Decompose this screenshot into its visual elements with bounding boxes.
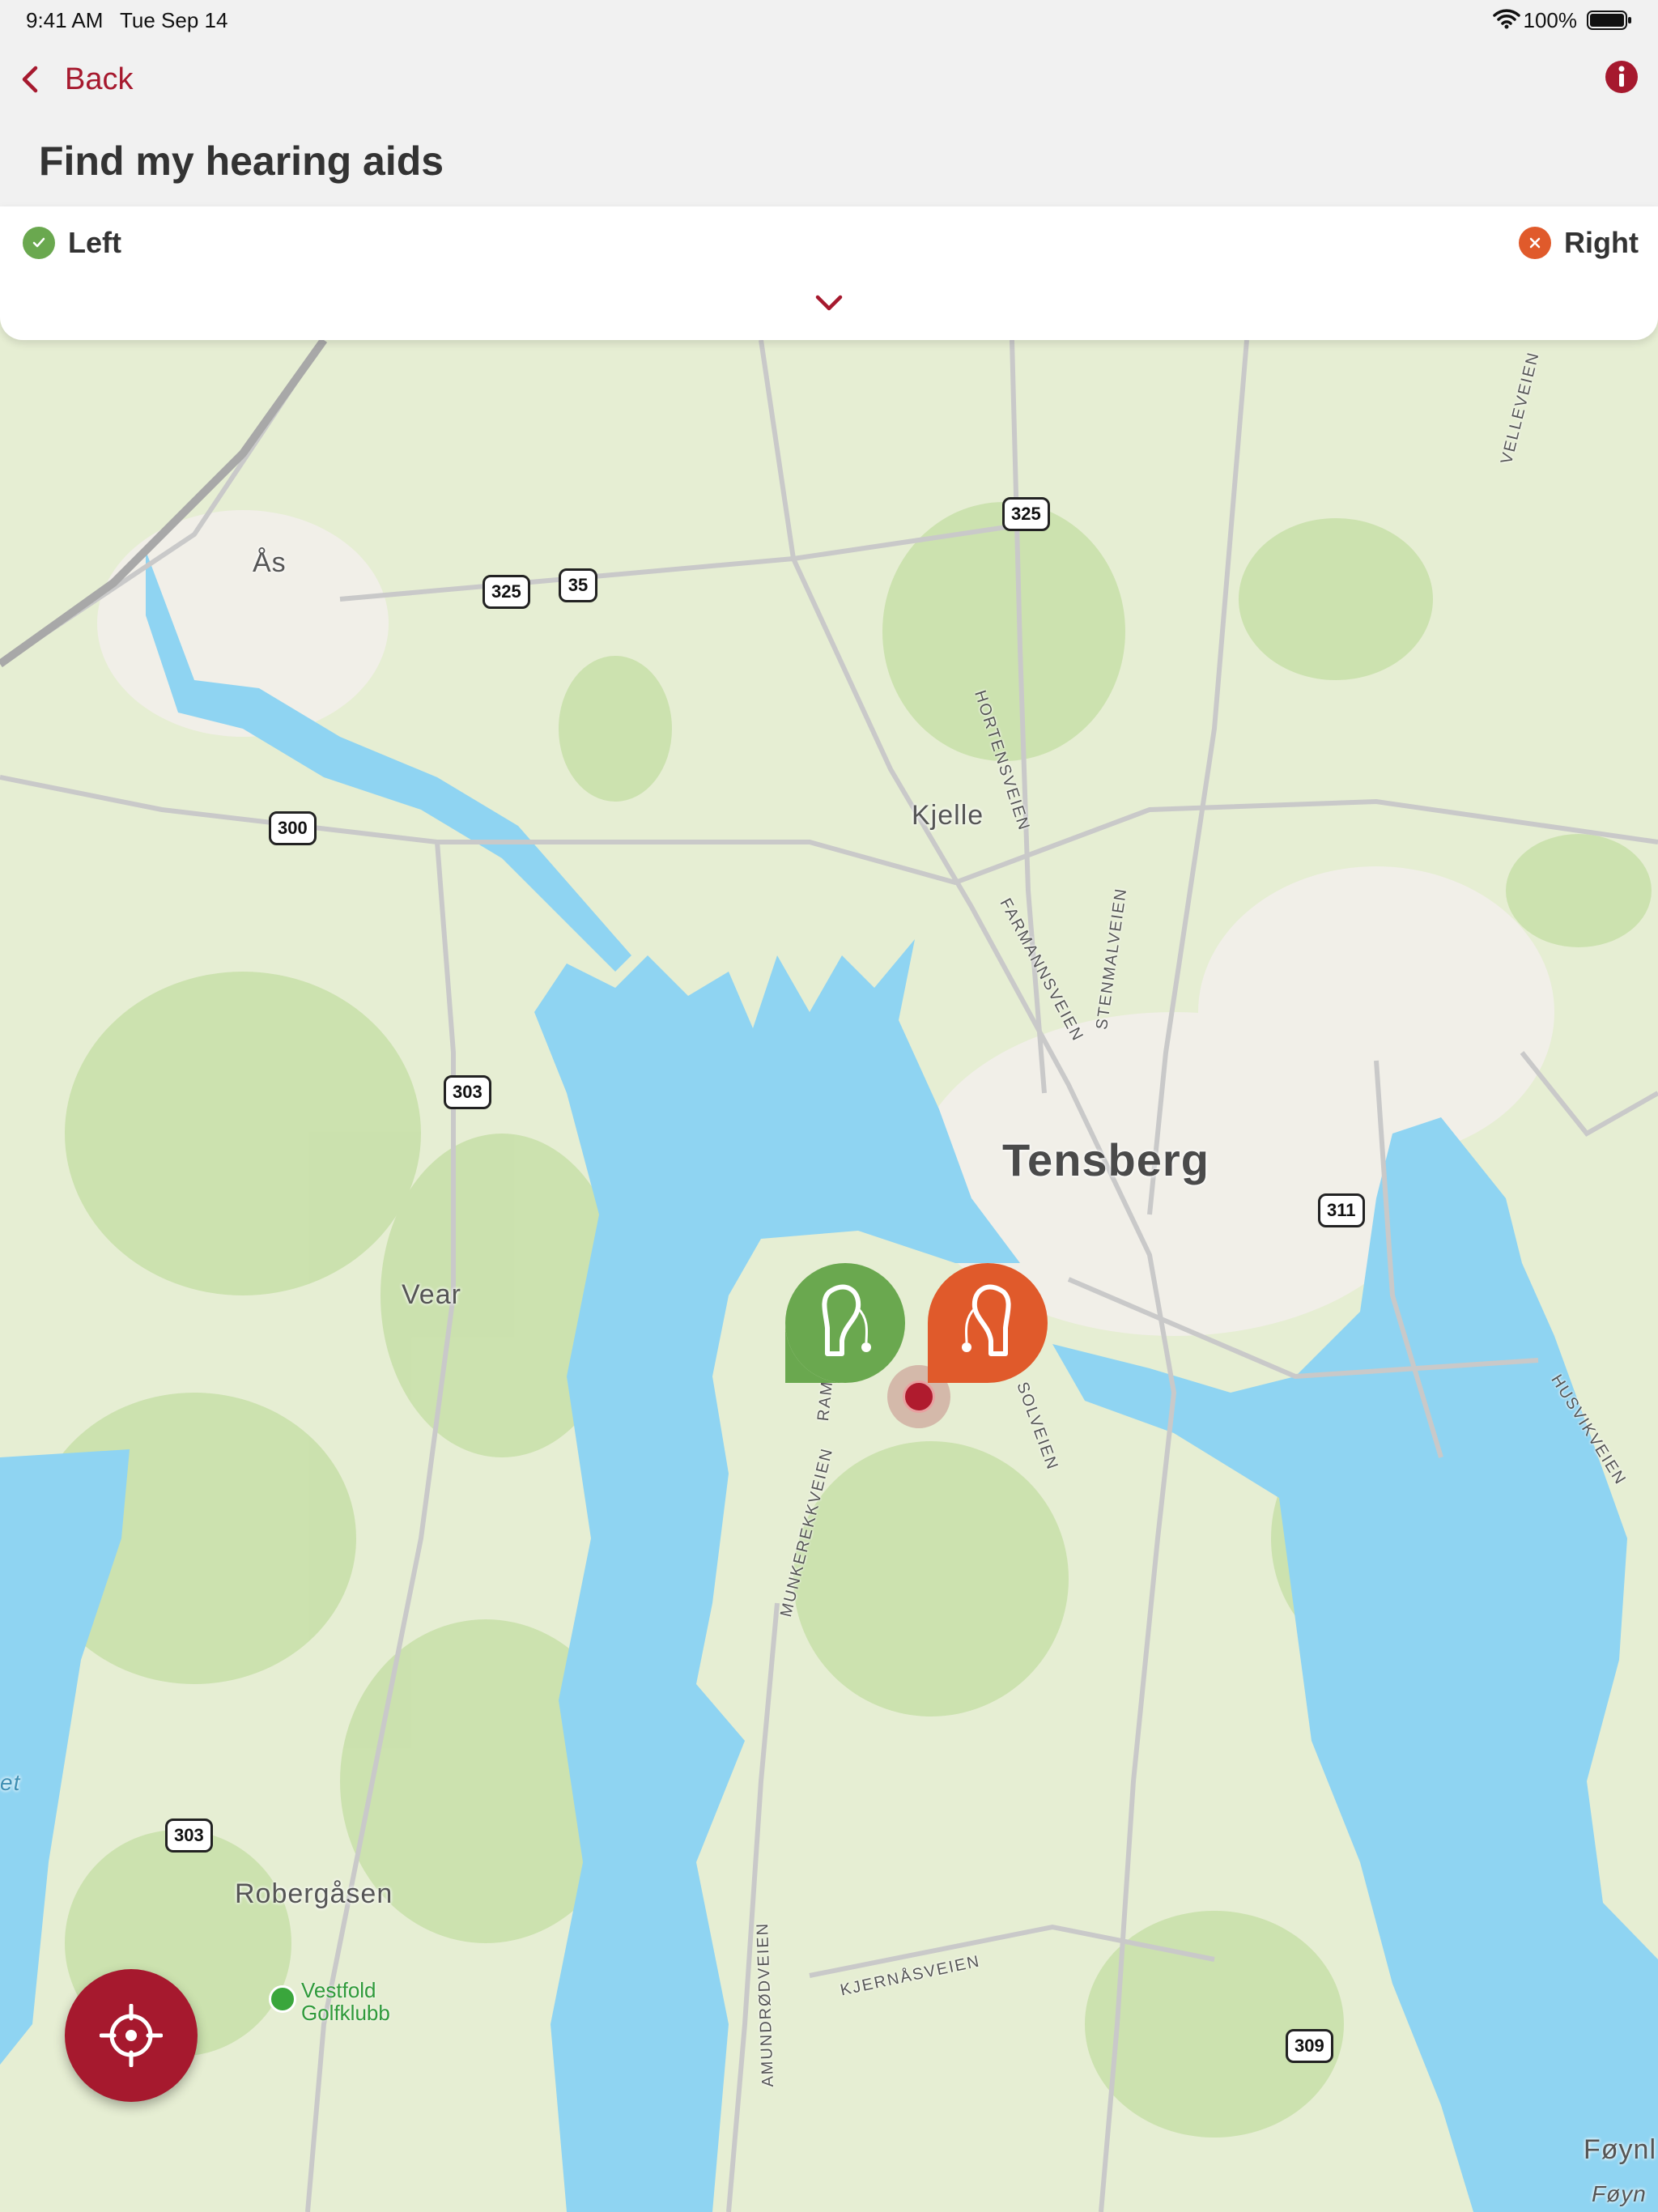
nav-header: Back Find my hearing aids bbox=[0, 40, 1658, 206]
hearing-aid-icon bbox=[785, 1263, 905, 1383]
road-shield-325: 325 bbox=[483, 575, 530, 609]
wifi-icon bbox=[1493, 9, 1520, 29]
info-icon[interactable] bbox=[1605, 60, 1639, 94]
device-status-panel: Left Right bbox=[0, 206, 1658, 340]
page-title: Find my hearing aids bbox=[39, 138, 444, 184]
right-device-status[interactable]: Right bbox=[1519, 226, 1639, 260]
hearing-aid-icon bbox=[928, 1263, 1048, 1383]
place-label-partial: et bbox=[0, 1770, 21, 1795]
golf-label-line2: Golfklubb bbox=[301, 2001, 390, 2025]
back-button[interactable]: Back bbox=[18, 57, 133, 102]
place-label-vear: Vear bbox=[402, 1279, 461, 1310]
road-shield-300: 300 bbox=[269, 811, 317, 845]
close-icon bbox=[1519, 227, 1552, 259]
place-label-as: Ås bbox=[253, 547, 287, 578]
crosshair-icon bbox=[100, 2004, 163, 2067]
right-device-label: Right bbox=[1564, 226, 1639, 259]
device-location-dot bbox=[903, 1380, 935, 1413]
road-shield-311: 311 bbox=[1318, 1193, 1365, 1227]
right-hearing-aid-pin[interactable] bbox=[928, 1263, 1048, 1383]
status-bar: 9:41 AM Tue Sep 14 100% bbox=[0, 0, 1658, 40]
status-date: Tue Sep 14 bbox=[120, 8, 228, 32]
battery-icon bbox=[1587, 11, 1631, 30]
place-label-foynland: Føynl bbox=[1584, 2134, 1656, 2165]
locate-me-button[interactable] bbox=[65, 1969, 198, 2102]
road-shield-303: 303 bbox=[165, 1819, 213, 1853]
golf-label-line1: Vestfold bbox=[301, 1978, 376, 2002]
checkmark-icon bbox=[23, 227, 55, 259]
battery-percentage: 100% bbox=[1523, 8, 1578, 32]
place-label-foynland-water: Føyn bbox=[1592, 2181, 1647, 2206]
golf-label: Vestfold Golfklubb bbox=[301, 1979, 390, 2024]
chevron-left-icon bbox=[22, 66, 38, 93]
place-label-kjelle: Kjelle bbox=[912, 800, 984, 831]
left-hearing-aid-pin[interactable] bbox=[785, 1263, 905, 1383]
chevron-down-icon[interactable] bbox=[813, 292, 845, 315]
status-time: 9:41 AM bbox=[26, 8, 104, 32]
left-device-label: Left bbox=[68, 226, 121, 259]
back-button-label: Back bbox=[65, 62, 134, 96]
place-label-tensberg: Tensberg bbox=[1002, 1134, 1209, 1185]
road-shield-303: 303 bbox=[444, 1075, 491, 1109]
golf-icon bbox=[269, 1985, 296, 2013]
place-label-robergasen: Robergåsen bbox=[235, 1878, 393, 1909]
left-device-status[interactable]: Left bbox=[23, 226, 121, 260]
road-shield-325: 325 bbox=[1002, 497, 1050, 531]
road-shield-35: 35 bbox=[559, 568, 597, 602]
road-shield-309: 309 bbox=[1286, 2029, 1333, 2063]
